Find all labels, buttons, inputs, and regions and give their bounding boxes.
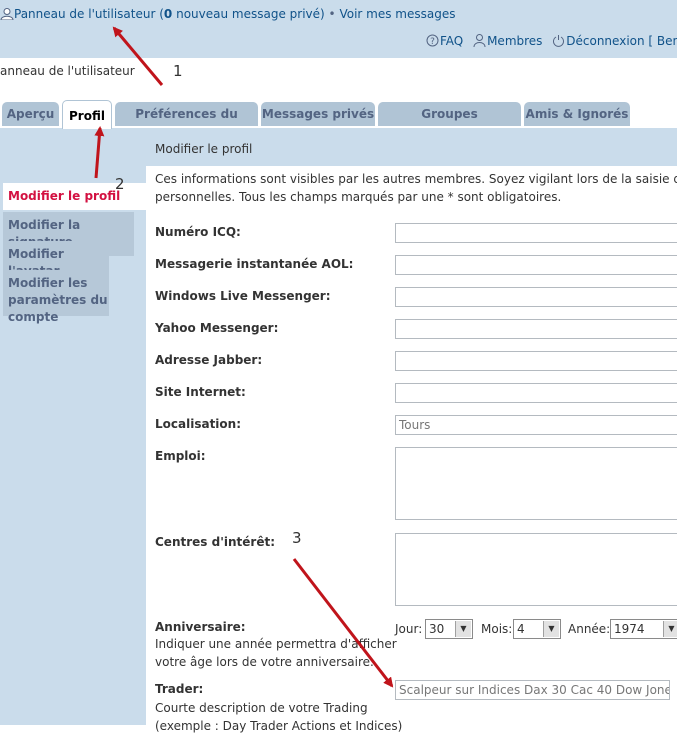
annotation-arrows: [94, 26, 394, 688]
arrow-1: [112, 26, 164, 86]
arrow-3: [292, 558, 394, 688]
arrow-2: [94, 126, 105, 179]
